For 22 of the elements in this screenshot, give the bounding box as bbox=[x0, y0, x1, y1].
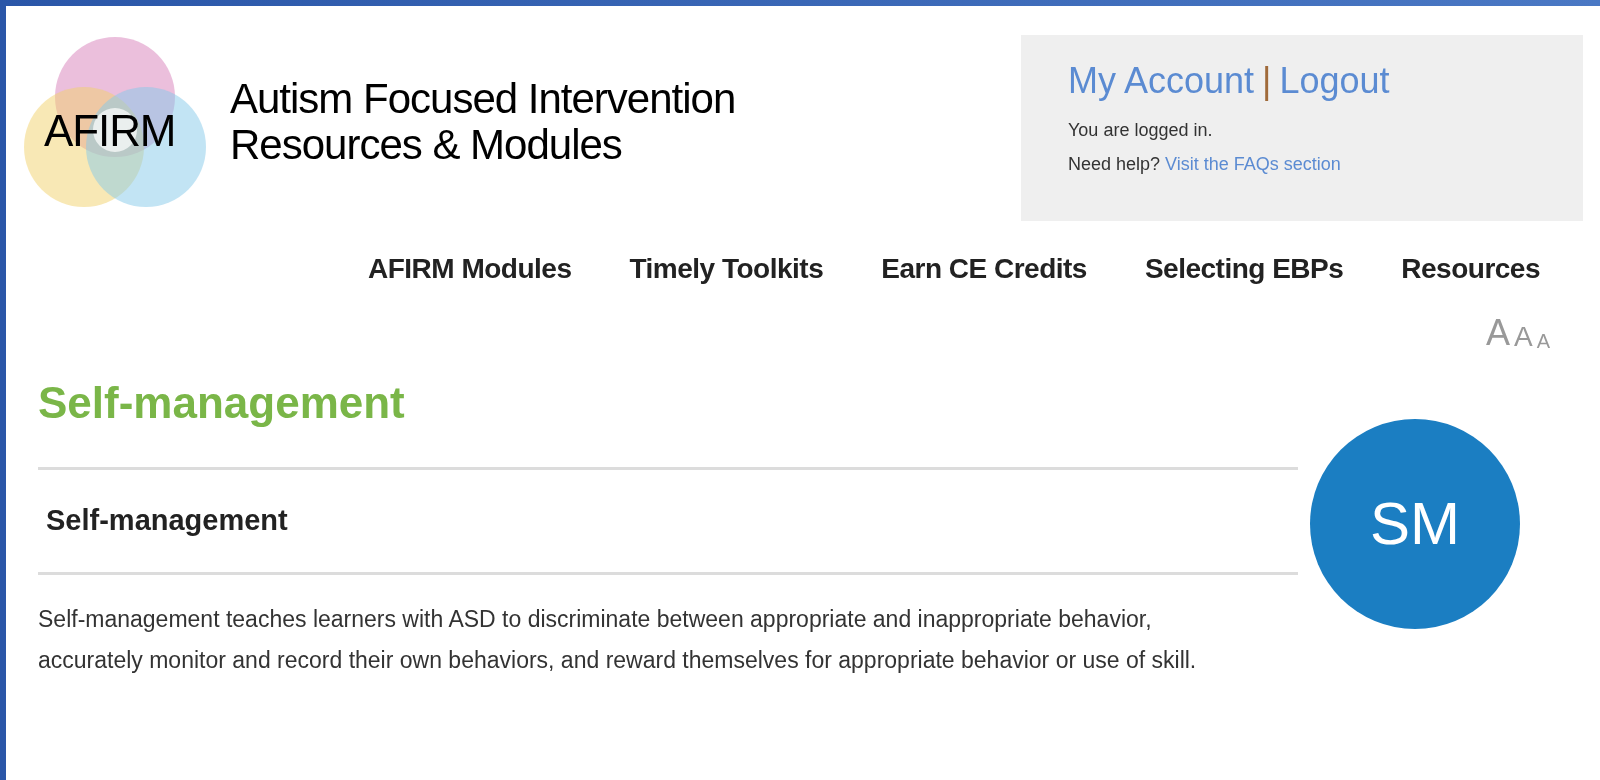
nav-link[interactable]: AFIRM Modules bbox=[368, 251, 572, 287]
login-status: You are logged in. bbox=[1068, 119, 1214, 142]
nav-link[interactable]: Resources bbox=[1401, 251, 1540, 287]
font-size-button[interactable]: A bbox=[1485, 315, 1510, 351]
logo-circles-icon bbox=[22, 35, 208, 209]
link-separator: | bbox=[1262, 59, 1272, 103]
nav-link[interactable]: Timely Toolkits bbox=[629, 251, 824, 287]
nav-link[interactable]: Earn CE Credits bbox=[881, 251, 1087, 287]
page-title: Self-management bbox=[38, 377, 406, 429]
font-size-button[interactable]: A bbox=[1513, 323, 1533, 351]
site-title: Autism Focused Intervention bbox=[230, 76, 736, 122]
help-text: Need help? Visit the FAQs section bbox=[1068, 153, 1342, 176]
site-title: Resources & Modules bbox=[230, 122, 623, 168]
logout-link[interactable]: Logout bbox=[1279, 59, 1390, 103]
description: Self-management teaches learners with ASD to discriminate between appropriate and inappropriate behavior, accurately monitor and record their own behaviors, and reward themselves for appropriate behavior or use of skill. bbox=[38, 605, 1198, 675]
nav-link[interactable]: Selecting EBPs bbox=[1144, 251, 1344, 287]
initials-avatar: SM bbox=[1310, 419, 1520, 629]
font-size-button[interactable]: A bbox=[1536, 331, 1550, 351]
my-account-link[interactable]: My Account bbox=[1068, 59, 1255, 103]
section-title: Self-management bbox=[46, 503, 288, 539]
faqs-link[interactable]: Visit the FAQs section bbox=[1165, 154, 1341, 174]
logo-mark: AFIRM bbox=[44, 109, 176, 153]
